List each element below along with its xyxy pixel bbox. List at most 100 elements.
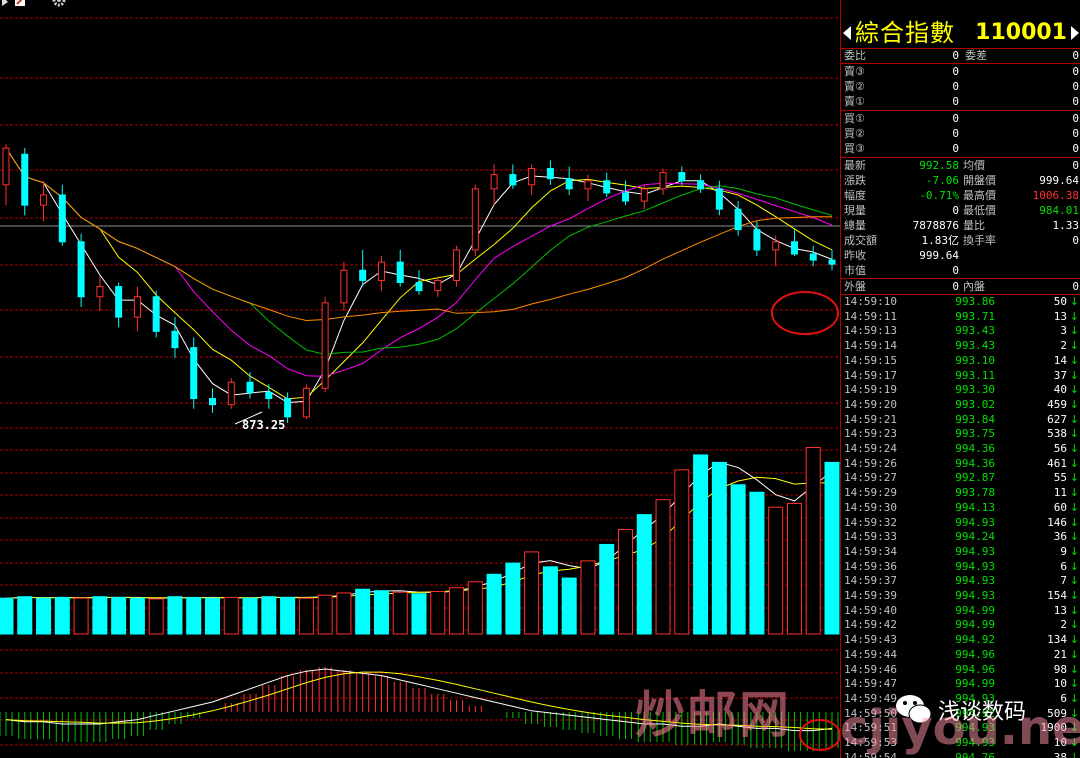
stat-row: 幅度 -0.71% 最高價 1006.38 (841, 188, 1080, 203)
volume-bar (749, 491, 765, 635)
candle-body (340, 269, 348, 304)
candle-body (321, 302, 329, 389)
tick-price: 994.36 (955, 442, 995, 455)
grid (0, 17, 840, 746)
volume-bar (0, 597, 14, 635)
next-arrow-icon[interactable] (1071, 26, 1079, 40)
stat-value: 7878876 (912, 219, 959, 232)
tick-arrow-icon: ↓ (1069, 589, 1079, 602)
bid-price: 0 (952, 112, 959, 125)
outer-label: 外盤 (844, 280, 866, 293)
candle-body (246, 381, 254, 393)
candle-body (133, 296, 141, 318)
tick-row: 14:59:29 993.78 11 ↓ (841, 486, 1080, 501)
tick-volume: 2 (1060, 339, 1067, 353)
tick-volume: 56 (1053, 442, 1067, 455)
tick-time: 14:59:24 (844, 442, 897, 455)
tick-volume: 7 (1060, 574, 1067, 588)
candle-body (396, 261, 404, 283)
candle-body (678, 172, 686, 182)
tick-row: 14:59:14 993.43 2 ↓ (841, 339, 1080, 354)
ratio-value: 0 (952, 49, 959, 62)
stat-label: 現量 (844, 204, 866, 217)
tick-time: 14:59:44 (844, 647, 897, 661)
tick-volume: 21 (1053, 647, 1067, 661)
tick-arrow-icon: ↓ (1069, 324, 1079, 338)
bid-level-label: 買① (844, 112, 865, 125)
stat-value-2: 1006.38 (1032, 189, 1079, 202)
candle-body (828, 259, 836, 265)
tick-arrow-icon: ↓ (1069, 412, 1079, 426)
prev-arrow-icon[interactable] (843, 26, 851, 40)
stat-label-2: 均價 (963, 159, 985, 172)
volume-bar (167, 596, 183, 635)
tick-volume: 538 (1047, 427, 1067, 441)
tick-row: 14:59:19 993.30 40 ↓ (841, 383, 1080, 398)
tick-time: 14:59:20 (844, 397, 897, 411)
stat-value-2: 0 (1072, 234, 1079, 247)
tick-time: 14:59:26 (844, 456, 897, 470)
volume-bar (505, 562, 521, 635)
tick-row: 14:59:11 993.71 13 ↓ (841, 310, 1080, 325)
stat-label: 最新 (844, 159, 866, 172)
quote-panel: 綜合指數 110001 委比 0 委差 0 賣③ 0 0 賣② 0 0 賣① 0 0 買① 0 0 買② 0 0 買③… (840, 0, 1080, 758)
candle-body (584, 180, 592, 190)
tick-price: 993.71 (955, 309, 995, 323)
stat-label: 市值 (844, 264, 866, 277)
tick-price: 994.93 (955, 574, 995, 588)
volume-bar (711, 461, 727, 635)
stat-value: -7.06 (925, 174, 959, 187)
volume-bar (148, 598, 164, 635)
stat-label-2: 量比 (963, 219, 985, 232)
ask-row: 賣② 0 0 (841, 79, 1080, 94)
tick-arrow-icon: ↓ (1069, 353, 1079, 367)
candle-body (528, 168, 536, 186)
stat-value: 1.83亿 (921, 234, 960, 247)
tick-volume: 13 (1053, 309, 1067, 323)
tick-row: 14:59:24 994.36 56 ↓ (841, 442, 1080, 457)
candle-body (2, 147, 10, 186)
candle-body (284, 398, 292, 418)
tick-time: 14:59:23 (844, 427, 897, 441)
candle-body (734, 208, 742, 231)
tick-volume: 146 (1047, 515, 1067, 529)
tick-price: 994.96 (955, 662, 995, 676)
tick-time: 14:59:21 (844, 412, 897, 426)
tick-volume: 14 (1053, 353, 1067, 367)
volume-bar (524, 551, 540, 635)
quote-row-ratio: 委比 0 委差 0 (841, 48, 1080, 63)
tick-time: 14:59:39 (844, 589, 897, 602)
volume-bar (392, 591, 408, 635)
volume-bar (355, 588, 371, 635)
volume-bar (430, 590, 446, 635)
tick-row: 14:59:21 993.84 627 ↓ (841, 413, 1080, 428)
tick-arrow-icon: ↓ (1069, 427, 1079, 441)
volume-bar (655, 499, 671, 635)
ask-volume: 0 (1072, 80, 1079, 93)
stat-label: 幅度 (844, 189, 866, 202)
stat-value-2: 999.64 (1039, 174, 1079, 187)
tick-volume: 55 (1053, 471, 1067, 485)
volume-bar (768, 506, 784, 635)
bid-row: 買② 0 0 (841, 126, 1080, 141)
chart-area[interactable]: 873.25 (0, 0, 840, 758)
tick-arrow-icon: ↓ (1069, 442, 1079, 455)
candle-body (115, 286, 123, 318)
tick-price: 993.30 (955, 383, 995, 397)
tick-volume: 36 (1053, 530, 1067, 544)
candle-body (453, 249, 461, 281)
tick-row: 14:59:23 993.75 538 ↓ (841, 427, 1080, 442)
volume-bar (580, 560, 596, 635)
tick-time: 14:59:43 (844, 633, 897, 647)
stat-value: 999.64 (919, 249, 959, 262)
volume-bar (186, 596, 202, 635)
outer-value: 0 (952, 280, 959, 293)
tick-price: 994.92 (955, 633, 995, 647)
index-code: 110001 (975, 20, 1067, 45)
tick-time: 14:59:29 (844, 486, 897, 500)
quote-header: 綜合指數 110001 (841, 18, 1080, 49)
candle-body (209, 398, 216, 406)
stat-label-2: 最高價 (963, 189, 996, 202)
volume-bar (92, 596, 108, 635)
tick-row: 14:59:32 994.93 146 ↓ (841, 516, 1080, 531)
